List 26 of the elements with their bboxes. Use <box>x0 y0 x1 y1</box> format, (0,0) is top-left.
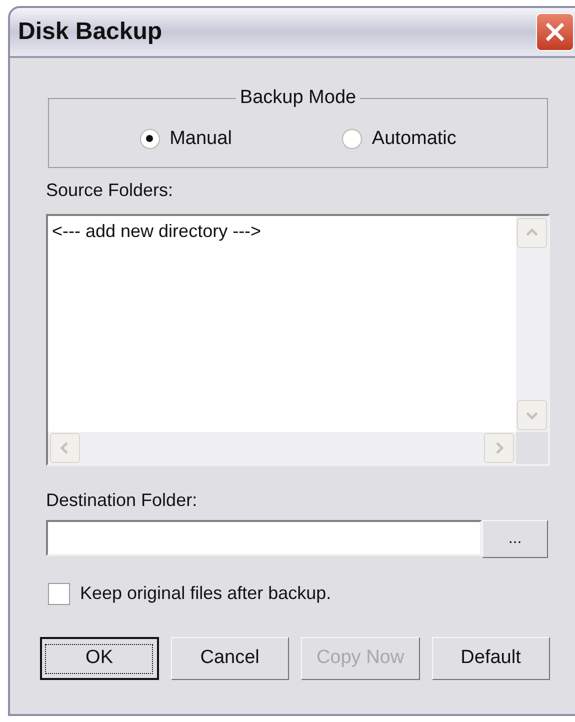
radio-option[interactable]: Automatic <box>342 124 456 153</box>
scrollbar-corner <box>516 432 548 464</box>
field-label: Source Folders: <box>46 179 174 202</box>
scroll-up-icon[interactable] <box>517 218 547 248</box>
dialog-button[interactable]: OK <box>40 637 159 680</box>
radio-option[interactable]: Manual <box>140 124 232 153</box>
list-item[interactable]: <--- add new directory ---> <box>52 220 516 242</box>
scroll-down-icon[interactable] <box>517 400 547 430</box>
window-title: Disk Backup <box>18 17 162 47</box>
radio-button[interactable] <box>140 128 160 149</box>
dialog-button[interactable]: Cancel <box>170 637 290 680</box>
close-icon <box>543 20 567 44</box>
group-title: Backup Mode <box>236 86 360 110</box>
radio-button[interactable] <box>342 128 362 149</box>
dialog-button[interactable]: Default <box>432 637 550 680</box>
browse-button[interactable]: ... <box>482 520 548 558</box>
horizontal-scrollbar[interactable] <box>48 432 516 464</box>
checkbox-label[interactable]: Keep original files after backup. <box>80 580 332 607</box>
scroll-right-icon[interactable] <box>484 433 514 463</box>
close-button[interactable] <box>536 13 574 51</box>
checkbox[interactable] <box>48 582 70 604</box>
destination-field[interactable] <box>46 520 482 556</box>
vertical-scrollbar[interactable] <box>516 216 548 432</box>
scroll-left-icon[interactable] <box>50 433 80 463</box>
field-label: Destination Folder: <box>46 489 198 512</box>
folder-list[interactable]: <--- add new directory ---> <box>46 214 550 466</box>
